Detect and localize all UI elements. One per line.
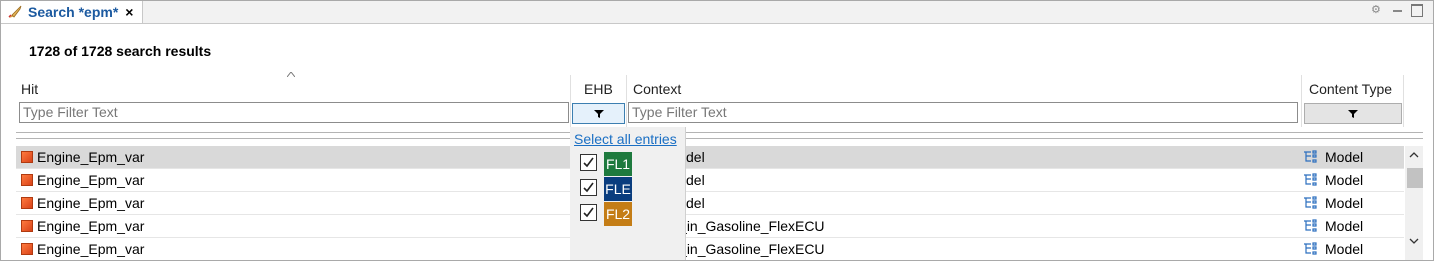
type-cell: Model <box>1325 195 1364 211</box>
type-cell: Model <box>1325 241 1364 257</box>
results-table: Engine_Epm_var activeModel Model Engine_… <box>16 146 1404 260</box>
maximize-icon[interactable] <box>1411 4 1423 17</box>
hit-cell: Engine_Epm_var <box>37 241 145 257</box>
type-cell: Model <box>1325 218 1364 234</box>
hit-cell: Engine_Epm_var <box>37 195 145 211</box>
minimize-icon[interactable] <box>1393 10 1402 12</box>
divider <box>16 138 1423 139</box>
variable-icon <box>21 220 33 232</box>
sort-ascending-icon[interactable] <box>287 72 295 77</box>
scroll-thumb[interactable] <box>1407 168 1423 188</box>
model-icon <box>1304 150 1317 163</box>
column-header-content-type[interactable]: Content Type <box>1309 81 1392 97</box>
filter-entry-fl2[interactable]: FL2 <box>580 202 675 226</box>
ehb-filter-popup: Select all entries FL1 FLE FL2 <box>570 127 686 260</box>
column-header-context[interactable]: Context <box>633 81 681 97</box>
checkmark-icon <box>583 157 594 168</box>
variable-icon <box>21 151 33 163</box>
search-view: Search *epm* × ⚙ 1728 of 1728 search res… <box>0 0 1434 261</box>
column-divider[interactable] <box>1301 75 1302 127</box>
table-row[interactable]: Engine_Epm_var libration_in_Gasoline_Fle… <box>16 238 1404 260</box>
variable-icon <box>21 243 33 255</box>
filter-entry-fl1[interactable]: FL1 <box>580 152 675 176</box>
hit-cell: Engine_Epm_var <box>37 149 145 165</box>
filter-icon <box>1348 109 1358 118</box>
type-cell: Model <box>1325 172 1364 188</box>
checkmark-icon <box>583 182 594 193</box>
vertical-scrollbar[interactable] <box>1405 146 1423 260</box>
select-all-link[interactable]: Select all entries <box>574 131 677 147</box>
filter-icon <box>593 109 604 118</box>
type-cell: Model <box>1325 149 1364 165</box>
view-menu-icon[interactable]: ⚙ <box>1371 3 1381 16</box>
hit-cell: Engine_Epm_var <box>37 172 145 188</box>
checkbox[interactable] <box>580 154 597 171</box>
model-icon <box>1304 219 1317 232</box>
variable-icon <box>21 174 33 186</box>
tab-search[interactable]: Search *epm* × <box>1 1 143 23</box>
hit-cell: Engine_Epm_var <box>37 218 145 234</box>
table-row[interactable]: Engine_Epm_var activeModel Model <box>16 192 1404 215</box>
checkmark-icon <box>583 207 594 218</box>
column-divider[interactable] <box>1403 75 1404 127</box>
column-header-ehb[interactable]: EHB <box>584 81 613 97</box>
tab-bar: Search *epm* × ⚙ <box>1 1 1433 24</box>
table-row[interactable]: Engine_Epm_var libration_in_Gasoline_Fle… <box>16 215 1404 238</box>
close-icon[interactable]: × <box>125 4 133 20</box>
checkbox[interactable] <box>580 204 597 221</box>
scroll-up-icon[interactable] <box>1409 152 1419 158</box>
ehb-badge: FL2 <box>604 202 632 226</box>
divider <box>16 132 1423 133</box>
model-icon <box>1304 173 1317 186</box>
search-rocket-icon <box>8 5 22 18</box>
content-type-filter-button[interactable] <box>1304 103 1402 124</box>
ehb-badge: FLE <box>604 177 632 201</box>
variable-icon <box>21 197 33 209</box>
column-header-hit[interactable]: Hit <box>21 81 38 97</box>
checkbox[interactable] <box>580 179 597 196</box>
filter-entry-fle[interactable]: FLE <box>580 177 675 201</box>
column-divider[interactable] <box>626 75 627 127</box>
scroll-down-icon[interactable] <box>1409 238 1419 244</box>
context-filter-input[interactable]: Type Filter Text <box>628 102 1298 123</box>
tab-title: Search *epm* <box>28 4 119 20</box>
result-count: 1728 of 1728 search results <box>29 43 212 59</box>
ehb-filter-button[interactable] <box>572 103 625 124</box>
ehb-badge: FL1 <box>604 152 632 176</box>
model-icon <box>1304 196 1317 209</box>
hit-filter-input[interactable]: Type Filter Text <box>19 102 569 123</box>
model-icon <box>1304 242 1317 255</box>
table-row[interactable]: Engine_Epm_var activeModel Model <box>16 169 1404 192</box>
column-divider[interactable] <box>570 75 571 127</box>
table-row[interactable]: Engine_Epm_var activeModel Model <box>16 146 1404 169</box>
